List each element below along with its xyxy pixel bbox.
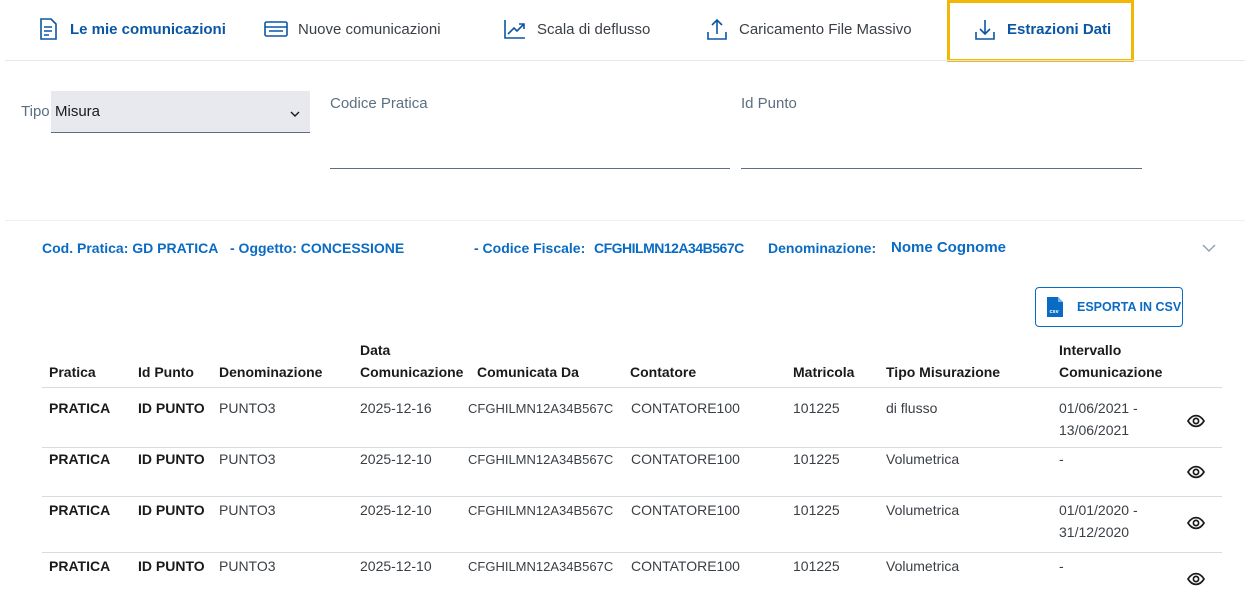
cell-contatore: CONTATORE100 [631,451,740,467]
cod-pratica-text: Cod. Pratica: GD PRATICA [42,240,219,256]
th-data-line1: Data [360,342,391,358]
cell-data: 2025-12-10 [360,451,432,467]
cell-data: 2025-12-10 [360,502,432,518]
cell-pratica: PRATICA [49,558,111,574]
active-tab-highlight [947,0,1134,62]
th-comunicata-da: Comunicata Da [477,364,579,380]
th-denominazione: Denominazione [219,364,323,380]
cell-id-punto: ID PUNTO [138,451,205,467]
csv-file-icon: csv [1046,296,1064,318]
chevron-down-icon [290,105,300,122]
codice-pratica-input[interactable] [330,168,730,169]
th-tipo-misurazione: Tipo Misurazione [886,364,1001,380]
cell-matricola: 101225 [793,400,840,416]
accordion-toggle-icon[interactable] [1202,240,1216,258]
view-eye-icon[interactable] [1187,516,1205,530]
id-punto-label: Id Punto [741,95,797,112]
top-navigation: Le mie comunicazioni Nuove comunicazioni… [0,0,1258,62]
tipo-label: Tipo [21,103,50,120]
cell-id-punto: ID PUNTO [138,558,205,574]
cell-id-punto: ID PUNTO [138,400,205,416]
cell-comunicata-da: CFGHILMN12A34B567C [468,401,614,416]
cell-contatore: CONTATORE100 [631,400,740,416]
cell-intervallo-line1: - [1059,451,1064,467]
cell-pratica: PRATICA [49,451,111,467]
cell-tipo-misurazione: Volumetrica [886,451,960,467]
cell-tipo-misurazione: di flusso [886,400,938,416]
nav-nuove-comunicazioni[interactable]: Nuove comunicazioni [263,12,441,46]
cell-data: 2025-12-10 [360,558,432,574]
cell-denominazione: PUNTO3 [219,451,276,467]
cell-denominazione: PUNTO3 [219,558,276,574]
cell-denominazione: PUNTO3 [219,502,276,518]
view-eye-icon[interactable] [1187,465,1205,479]
cell-pratica: PRATICA [49,400,111,416]
table-row-divider [42,552,1222,553]
th-matricola: Matricola [793,364,855,380]
nav-divider [5,60,1245,61]
th-pratica: Pratica [49,364,96,380]
document-icon [35,16,61,42]
th-id-punto: Id Punto [138,364,194,380]
cell-denominazione: PUNTO3 [219,400,276,416]
view-eye-icon[interactable] [1187,572,1205,586]
nav-label: Caricamento File Massivo [739,20,912,38]
cell-data: 2025-12-16 [360,400,432,416]
denominazione-value: Nome Cognome [891,239,1007,256]
svg-text:csv: csv [1050,309,1060,315]
nav-scala-di-deflusso[interactable]: Scala di deflusso [502,12,650,46]
cell-tipo-misurazione: Volumetrica [886,502,960,518]
th-intervallo-line1: Intervallo [1059,342,1122,358]
cell-matricola: 101225 [793,502,840,518]
cell-intervallo-line2: 31/12/2020 [1059,524,1130,540]
cell-intervallo-line2: 13/06/2021 [1059,422,1130,438]
cell-contatore: CONTATORE100 [631,558,740,574]
upload-icon [704,16,730,42]
nav-caricamento-file-massivo[interactable]: Caricamento File Massivo [704,12,912,46]
cell-id-punto: ID PUNTO [138,502,205,518]
cell-tipo-misurazione: Volumetrica [886,558,960,574]
nav-label: Le mie comunicazioni [70,20,226,38]
view-eye-icon[interactable] [1187,414,1205,428]
cell-intervallo-line1: 01/01/2020 - [1059,502,1138,518]
codice-fiscale-value: CFGHILMN12A34B567C [594,240,744,256]
cell-matricola: 101225 [793,558,840,574]
tipo-selected-value: Misura [55,103,101,120]
cell-comunicata-da: CFGHILMN12A34B567C [468,503,614,518]
table-row-divider [42,496,1222,497]
cell-comunicata-da: CFGHILMN12A34B567C [468,559,614,574]
export-csv-label: ESPORTA IN CSV [1077,300,1182,314]
th-data-line2: Comunicazione [360,364,464,380]
export-csv-button[interactable]: csv ESPORTA IN CSV [1035,287,1183,327]
denominazione-label: Denominazione: [768,240,877,256]
nav-label: Scala di deflusso [537,20,651,38]
codice-fiscale-label: - Codice Fiscale: [474,240,586,256]
nav-label: Nuove comunicazioni [298,20,441,38]
cell-comunicata-da: CFGHILMN12A34B567C [468,452,614,467]
cell-contatore: CONTATORE100 [631,502,740,518]
th-contatore: Contatore [630,364,697,380]
cell-intervallo-line1: - [1059,558,1064,574]
cell-pratica: PRATICA [49,502,111,518]
section-divider [5,220,1245,221]
cell-intervallo-line1: 01/06/2021 - [1059,400,1138,416]
id-punto-input[interactable] [741,168,1142,169]
codice-pratica-label: Codice Pratica [330,95,428,112]
oggetto-text: - Oggetto: CONCESSIONE [230,240,405,256]
th-intervallo-line2: Comunicazione [1059,364,1163,380]
table-row-divider [42,387,1222,388]
card-list-icon [263,16,289,42]
tipo-select[interactable]: Misura [51,91,310,133]
table-row-divider [42,447,1222,448]
trend-chart-icon [502,16,528,42]
cell-matricola: 101225 [793,451,840,467]
nav-le-mie-comunicazioni[interactable]: Le mie comunicazioni [35,12,226,46]
